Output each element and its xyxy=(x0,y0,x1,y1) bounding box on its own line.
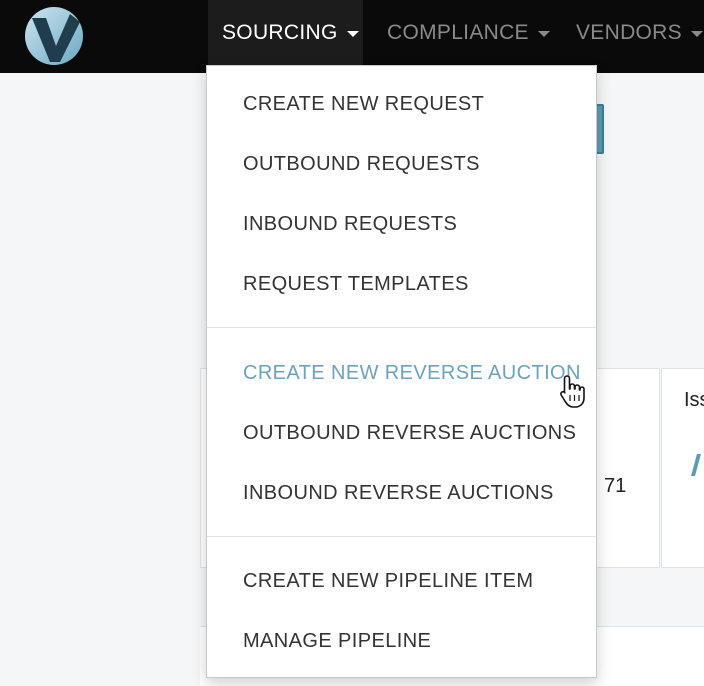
top-navbar: SOURCING COMPLIANCE VENDORS xyxy=(0,0,704,73)
nav-vendors-label: VENDORS xyxy=(576,21,682,44)
menu-item-label: OUTBOUND REVERSE AUCTIONS xyxy=(243,421,577,444)
menu-item-label: CREATE NEW PIPELINE ITEM xyxy=(243,569,534,592)
nav-vendors[interactable]: VENDORS xyxy=(576,0,703,66)
caret-down-icon xyxy=(346,31,359,37)
stat-card-issues: Iss xyxy=(661,368,704,568)
stat-card-mark xyxy=(691,454,704,476)
menu-item-outbound-requests[interactable]: OUTBOUND REQUESTS xyxy=(207,134,596,194)
nav-compliance-label: COMPLIANCE xyxy=(387,21,529,44)
menu-item-outbound-reverse-auctions[interactable]: OUTBOUND REVERSE AUCTIONS xyxy=(207,403,596,463)
menu-item-request-templates[interactable]: REQUEST TEMPLATES xyxy=(207,254,596,314)
menu-divider xyxy=(207,327,596,328)
menu-item-manage-pipeline[interactable]: MANAGE PIPELINE xyxy=(207,611,596,671)
sourcing-dropdown-menu: CREATE NEW REQUEST OUTBOUND REQUESTS INB… xyxy=(206,65,597,678)
menu-item-label: INBOUND REQUESTS xyxy=(243,212,458,235)
menu-item-label: CREATE NEW REVERSE AUCTION xyxy=(243,361,581,384)
menu-item-label: INBOUND REVERSE AUCTIONS xyxy=(243,481,554,504)
caret-down-icon xyxy=(690,31,703,37)
v-logo-icon[interactable] xyxy=(24,6,84,66)
nav-compliance[interactable]: COMPLIANCE xyxy=(387,0,550,66)
menu-item-create-new-request[interactable]: CREATE NEW REQUEST xyxy=(207,74,596,134)
caret-down-icon xyxy=(537,31,550,37)
menu-item-inbound-requests[interactable]: INBOUND REQUESTS xyxy=(207,194,596,254)
menu-item-inbound-reverse-auctions[interactable]: INBOUND REVERSE AUCTIONS xyxy=(207,463,596,523)
nav-sourcing[interactable]: SOURCING xyxy=(208,0,363,66)
menu-item-label: OUTBOUND REQUESTS xyxy=(243,152,480,175)
nav-sourcing-label: SOURCING xyxy=(222,21,338,44)
menu-divider xyxy=(207,536,596,537)
menu-item-label: CREATE NEW REQUEST xyxy=(243,92,485,115)
menu-item-label: MANAGE PIPELINE xyxy=(243,629,432,652)
menu-item-create-new-reverse-auction[interactable]: CREATE NEW REVERSE AUCTION xyxy=(207,343,596,403)
menu-item-create-new-pipeline-item[interactable]: CREATE NEW PIPELINE ITEM xyxy=(207,551,596,611)
stat-card-title: Iss xyxy=(684,389,704,411)
hand-pointer-cursor-icon xyxy=(560,375,585,408)
stat-card-value: 71 xyxy=(604,475,627,497)
menu-item-label: REQUEST TEMPLATES xyxy=(243,272,469,295)
